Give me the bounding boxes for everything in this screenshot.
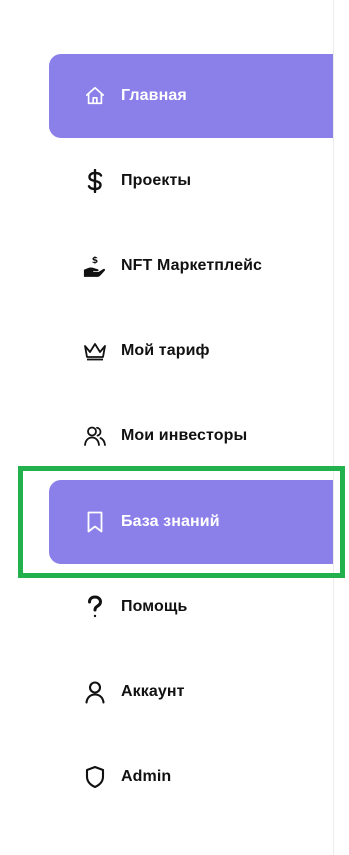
- sidebar-item-label: Мой тариф: [121, 342, 210, 359]
- sidebar-item-projects[interactable]: Проекты: [49, 139, 333, 223]
- question-icon: [83, 595, 107, 619]
- sidebar-item-my-plan[interactable]: Мой тариф: [49, 309, 333, 393]
- sidebar-item-label: Главная: [121, 87, 187, 104]
- sidebar-item-help[interactable]: Помощь: [49, 565, 333, 649]
- sidebar-item-label: База знаний: [121, 513, 220, 530]
- sidebar-item-label: Аккаунт: [121, 683, 185, 700]
- sidebar-item-my-investors[interactable]: Мои инвесторы: [49, 394, 333, 478]
- svg-text:$: $: [92, 255, 98, 266]
- sidebar-item-label: Помощь: [121, 598, 188, 615]
- home-icon: [83, 84, 107, 108]
- hand-coin-icon: $: [83, 254, 107, 278]
- sidebar-item-label: Мои инвесторы: [121, 427, 248, 444]
- sidebar-divider: [333, 0, 334, 855]
- sidebar-item-knowledge-base[interactable]: База знаний: [49, 480, 333, 564]
- crown-icon: [83, 339, 107, 363]
- sidebar-item-account[interactable]: Аккаунт: [49, 650, 333, 734]
- sidebar-item-admin[interactable]: Admin: [49, 735, 333, 819]
- dollar-icon: [83, 169, 107, 193]
- sidebar-item-label: Проекты: [121, 172, 192, 189]
- bookmark-icon: [83, 510, 107, 534]
- sidebar-item-label: NFT Маркетплейс: [121, 257, 263, 274]
- sidebar-item-nft-marketplace[interactable]: $ NFT Маркетплейс: [49, 224, 333, 308]
- users-icon: [83, 424, 107, 448]
- user-icon: [83, 680, 107, 704]
- sidebar: Главная Проекты $ NFT Маркетплейс Мой та…: [0, 0, 333, 855]
- shield-icon: [83, 765, 107, 789]
- sidebar-item-label: Admin: [121, 768, 172, 785]
- sidebar-item-home[interactable]: Главная: [49, 54, 333, 138]
